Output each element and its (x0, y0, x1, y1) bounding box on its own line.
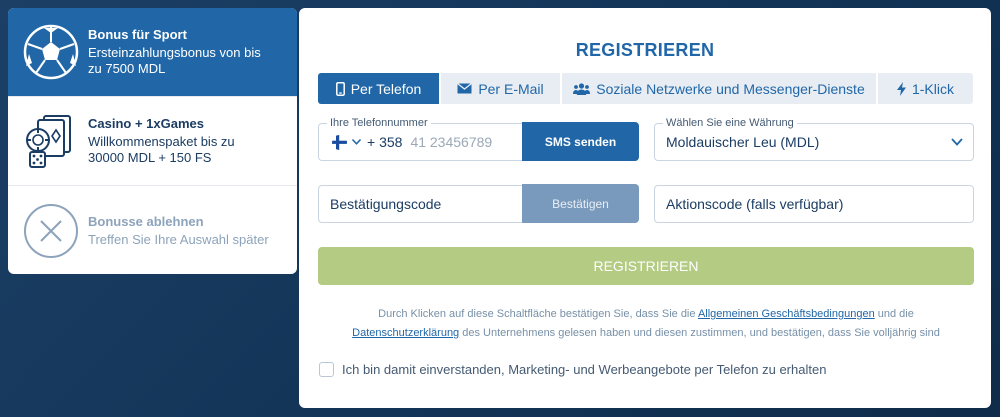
soccer-ball-icon (23, 24, 79, 80)
tab-label: Per E-Mail (478, 80, 544, 97)
bonus-option-casino[interactable]: Casino + 1xGames Willkommenspaket bis zu… (8, 97, 297, 186)
bonus-description: 30000 MDL + 150 FS (88, 150, 212, 165)
phone-input[interactable] (410, 134, 521, 150)
bonus-option-decline[interactable]: Bonusse ablehnen Treffen Sie Ihre Auswah… (8, 186, 297, 274)
bonus-description: Ersteinzahlungsbonus von bis (88, 45, 261, 60)
envelope-icon (457, 83, 473, 94)
terms-link[interactable]: Allgemeinen Geschäftsbedingungen (698, 308, 875, 320)
tab-email[interactable]: Per E-Mail (441, 73, 562, 104)
phone-field-label: Ihre Telefonnummer (327, 117, 431, 129)
register-submit-button[interactable]: REGISTRIEREN (318, 247, 974, 285)
registration-method-tabs: Per Telefon Per E-Mail Soziale Netzwerke… (318, 73, 973, 104)
currency-select[interactable]: Wählen Sie eine Währung Moldauischer Leu… (654, 117, 974, 161)
tab-label: 1-Klick (911, 80, 954, 97)
legal-text: Durch Klicken auf diese Schaltfläche bes… (378, 308, 698, 320)
marketing-consent: Ich bin damit einverstanden, Marketing- … (319, 362, 826, 377)
chevron-down-icon[interactable] (351, 137, 362, 148)
phone-icon (335, 81, 345, 96)
tab-social-networks[interactable]: Soziale Netzwerke und Messenger-Dienste (562, 73, 878, 104)
lightning-icon (896, 81, 906, 96)
users-icon (573, 82, 591, 95)
bonus-title: Bonus für Sport (88, 27, 187, 42)
bonus-title: Bonusse ablehnen (88, 213, 204, 229)
chevron-down-icon (951, 138, 963, 146)
confirm-code-button[interactable]: Bestätigen (522, 184, 639, 223)
decline-x-icon (24, 203, 78, 258)
promo-code-input[interactable]: Aktionscode (falls verfügbar) (654, 185, 974, 223)
bonus-option-sport[interactable]: Bonus für Sport Ersteinzahlungsbonus von… (8, 8, 297, 97)
bonus-title: Casino + 1xGames (88, 116, 204, 131)
currency-field-label: Wählen Sie eine Währung (663, 117, 797, 129)
currency-selected-value: Moldauischer Leu (MDL) (666, 134, 820, 150)
legal-text: des Unternehmens gelesen haben und diese… (459, 327, 940, 339)
promo-code-placeholder: Aktionscode (falls verfügbar) (666, 196, 844, 212)
confirmation-code-placeholder: Bestätigungscode (330, 196, 442, 212)
phone-country-code: + 358 (367, 134, 403, 150)
tab-phone[interactable]: Per Telefon (318, 73, 441, 104)
bonus-description: Treffen Sie Ihre Auswahl später (88, 231, 269, 247)
registration-title: REGISTRIEREN (575, 40, 715, 60)
privacy-policy-link[interactable]: Datenschutzerklärung (352, 327, 459, 339)
tab-label: Soziale Netzwerke und Messenger-Dienste (596, 80, 865, 97)
marketing-consent-label[interactable]: Ich bin damit einverstanden, Marketing- … (342, 362, 826, 377)
tab-label: Per Telefon (350, 80, 422, 97)
registration-card: REGISTRIEREN Per Telefon Per E-Mail Sozi… (299, 8, 991, 408)
send-sms-button[interactable]: SMS senden (522, 122, 639, 161)
bonus-description: zu 7500 MDL (88, 61, 166, 76)
bonus-description: Willkommenspaket bis zu (88, 134, 235, 149)
marketing-consent-checkbox[interactable] (319, 362, 334, 377)
bonus-panel: Bonus für Sport Ersteinzahlungsbonus von… (8, 8, 297, 274)
finland-flag-icon[interactable] (332, 134, 347, 150)
legal-text: und die (874, 308, 914, 320)
legal-notice: Durch Klicken auf diese Schaltfläche bes… (318, 305, 974, 343)
tab-one-click[interactable]: 1-Klick (878, 73, 973, 104)
casino-chip-cards-icon (26, 115, 71, 168)
